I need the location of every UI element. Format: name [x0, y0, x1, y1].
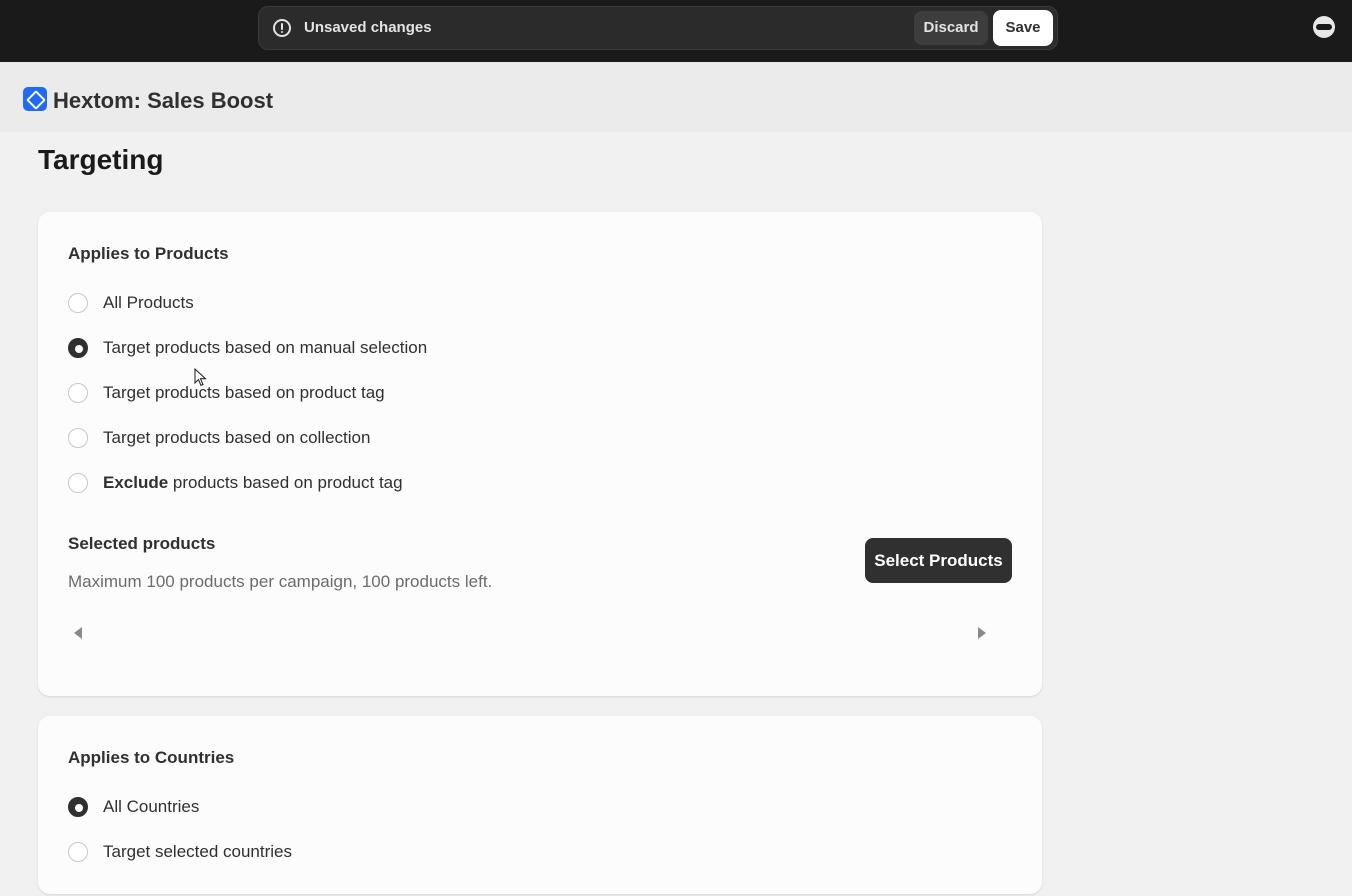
radio-button[interactable]	[68, 293, 88, 313]
radio-label: All Products	[103, 293, 194, 312]
countries-targeting-card: Applies to Countries All Countries Targe…	[38, 716, 1042, 894]
radio-button[interactable]	[68, 428, 88, 448]
radio-option-all-countries[interactable]: All Countries	[68, 795, 199, 819]
unsaved-changes-bar: Unsaved changes Discard Save	[258, 6, 1058, 50]
radio-label: Exclude products based on product tag	[103, 473, 403, 493]
scroll-left-icon[interactable]	[74, 627, 82, 639]
alert-circle-icon	[273, 19, 291, 37]
radio-label: Target products based on collection	[103, 428, 371, 447]
radio-button[interactable]	[68, 383, 88, 403]
radio-option-product-tag[interactable]: Target products based on product tag	[68, 381, 385, 405]
selected-products-heading: Selected products	[68, 534, 216, 553]
radio-button[interactable]	[68, 797, 88, 817]
top-bar: Unsaved changes Discard Save	[0, 0, 1352, 62]
app-header: Hextom: Sales Boost	[0, 62, 1352, 132]
radio-option-collection[interactable]: Target products based on collection	[68, 426, 370, 450]
radio-option-manual-selection[interactable]: Target products based on manual selectio…	[68, 336, 427, 360]
radio-label: Target products based on product tag	[103, 383, 385, 402]
select-products-button[interactable]: Select Products	[865, 538, 1012, 583]
save-button[interactable]: Save	[993, 10, 1053, 46]
selected-products-subtext: Maximum 100 products per campaign, 100 p…	[68, 572, 493, 591]
radio-label: All Countries	[103, 797, 200, 816]
products-targeting-card: Applies to Products All Products Target …	[38, 212, 1042, 696]
radio-label: Target selected countries	[103, 842, 292, 861]
radio-option-exclude-product-tag[interactable]: Exclude products based on product tag	[68, 471, 403, 495]
scroll-right-icon[interactable]	[978, 627, 986, 639]
discard-button[interactable]: Discard	[914, 11, 988, 45]
profile-icon[interactable]	[1313, 16, 1335, 38]
countries-heading: Applies to Countries	[68, 748, 235, 767]
radio-button[interactable]	[68, 338, 88, 358]
radio-button[interactable]	[68, 842, 88, 862]
exclude-bold-text: Exclude	[103, 473, 169, 492]
radio-option-selected-countries[interactable]: Target selected countries	[68, 840, 292, 864]
radio-button[interactable]	[68, 473, 88, 493]
unsaved-changes-text: Unsaved changes	[304, 19, 432, 36]
app-title: Hextom: Sales Boost	[53, 88, 274, 113]
radio-label-rest: products based on product tag	[168, 473, 403, 492]
products-heading: Applies to Products	[68, 244, 229, 263]
page-title: Targeting	[38, 144, 164, 175]
radio-label: Target products based on manual selectio…	[103, 338, 428, 357]
tag-icon	[23, 87, 47, 111]
radio-option-all-products[interactable]: All Products	[68, 291, 194, 315]
